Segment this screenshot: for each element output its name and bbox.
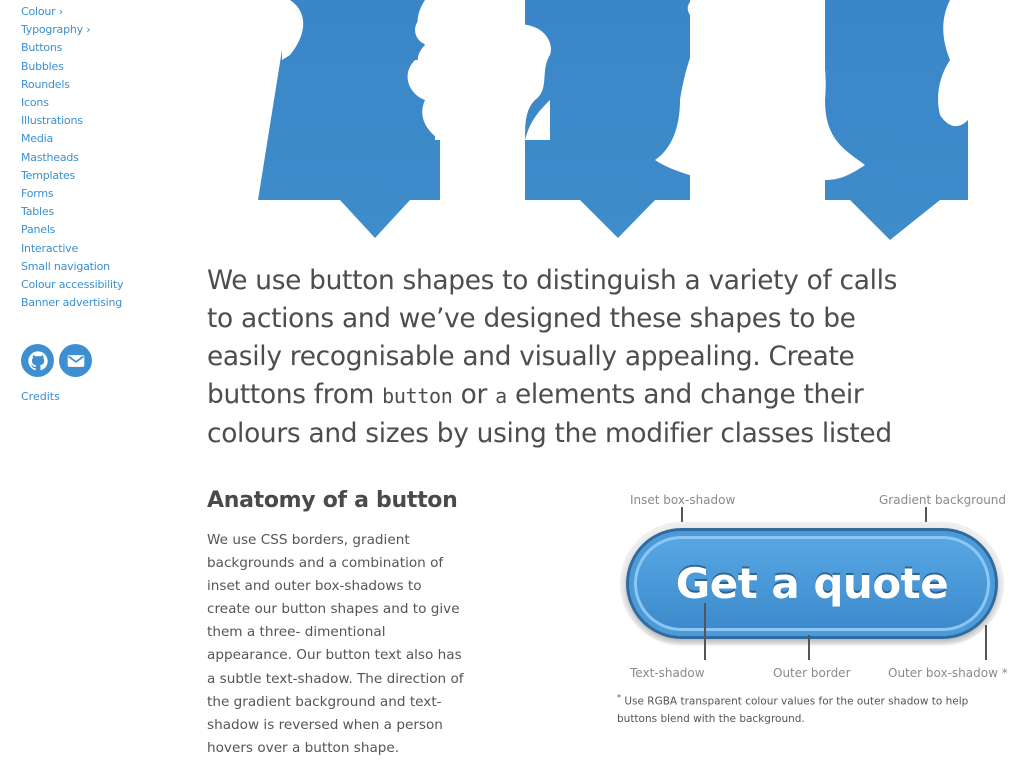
label-text-shadow: Text-shadow	[630, 666, 705, 680]
intro-paragraph: We use button shapes to distinguish a va…	[207, 262, 907, 453]
intro-code-a: a	[495, 384, 507, 408]
label-outer-border: Outer border	[773, 666, 851, 680]
intro-code-button: button	[382, 384, 453, 408]
label-inset-shadow: Inset box-shadow	[630, 493, 736, 507]
sidebar-item-typography[interactable]: Typography ›	[21, 21, 191, 39]
intro-text-2: or	[452, 379, 496, 410]
get-a-quote-button[interactable]: Get a quote	[626, 528, 998, 639]
pointer-text-shadow	[704, 603, 706, 660]
pointer-outer-shadow	[985, 625, 987, 660]
example-button-shadow: Get a quote	[620, 522, 1004, 645]
sidebar-item-panels[interactable]: Panels	[21, 221, 191, 239]
email-button[interactable]	[59, 344, 92, 377]
sidebar-item-buttons[interactable]: Buttons	[21, 39, 191, 57]
sidebar-item-templates[interactable]: Templates	[21, 167, 191, 185]
footnote: * Use RGBA transparent colour values for…	[617, 689, 997, 729]
footnote-text: Use RGBA transparent colour values for t…	[617, 695, 969, 726]
button-anatomy-diagram: Inset box-shadow Gradient background Get…	[600, 485, 1020, 725]
hero-illustration	[258, 0, 968, 240]
sidebar-item-roundels[interactable]: Roundels	[21, 76, 191, 94]
sidebar-item-forms[interactable]: Forms	[21, 185, 191, 203]
sidebar-item-interactive[interactable]: Interactive	[21, 240, 191, 258]
sidebar-item-banner-advertising[interactable]: Banner advertising	[21, 294, 191, 312]
sidebar-item-illustrations[interactable]: Illustrations	[21, 112, 191, 130]
sidebar-item-colour-accessibility[interactable]: Colour accessibility	[21, 276, 191, 294]
sidebar-nav: Colour › Typography › Buttons Bubbles Ro…	[21, 3, 191, 312]
sidebar-item-colour[interactable]: Colour ›	[21, 3, 191, 21]
sidebar-item-bubbles[interactable]: Bubbles	[21, 58, 191, 76]
sidebar-item-small-navigation[interactable]: Small navigation	[21, 258, 191, 276]
github-icon	[27, 350, 48, 370]
sidebar-item-tables[interactable]: Tables	[21, 203, 191, 221]
credits-link[interactable]: Credits	[21, 390, 60, 403]
pointer-outer-border	[808, 635, 810, 660]
sidebar-item-media[interactable]: Media	[21, 130, 191, 148]
sidebar-item-icons[interactable]: Icons	[21, 94, 191, 112]
section-title: Anatomy of a button	[207, 488, 458, 513]
label-gradient-background: Gradient background	[879, 493, 1007, 507]
label-outer-shadow: Outer box-shadow *	[888, 666, 1008, 680]
envelope-icon	[67, 354, 84, 367]
sidebar-item-mastheads[interactable]: Mastheads	[21, 149, 191, 167]
github-button[interactable]	[21, 344, 54, 377]
section-body: We use CSS borders, gradient backgrounds…	[207, 532, 464, 756]
social-links	[21, 344, 92, 377]
